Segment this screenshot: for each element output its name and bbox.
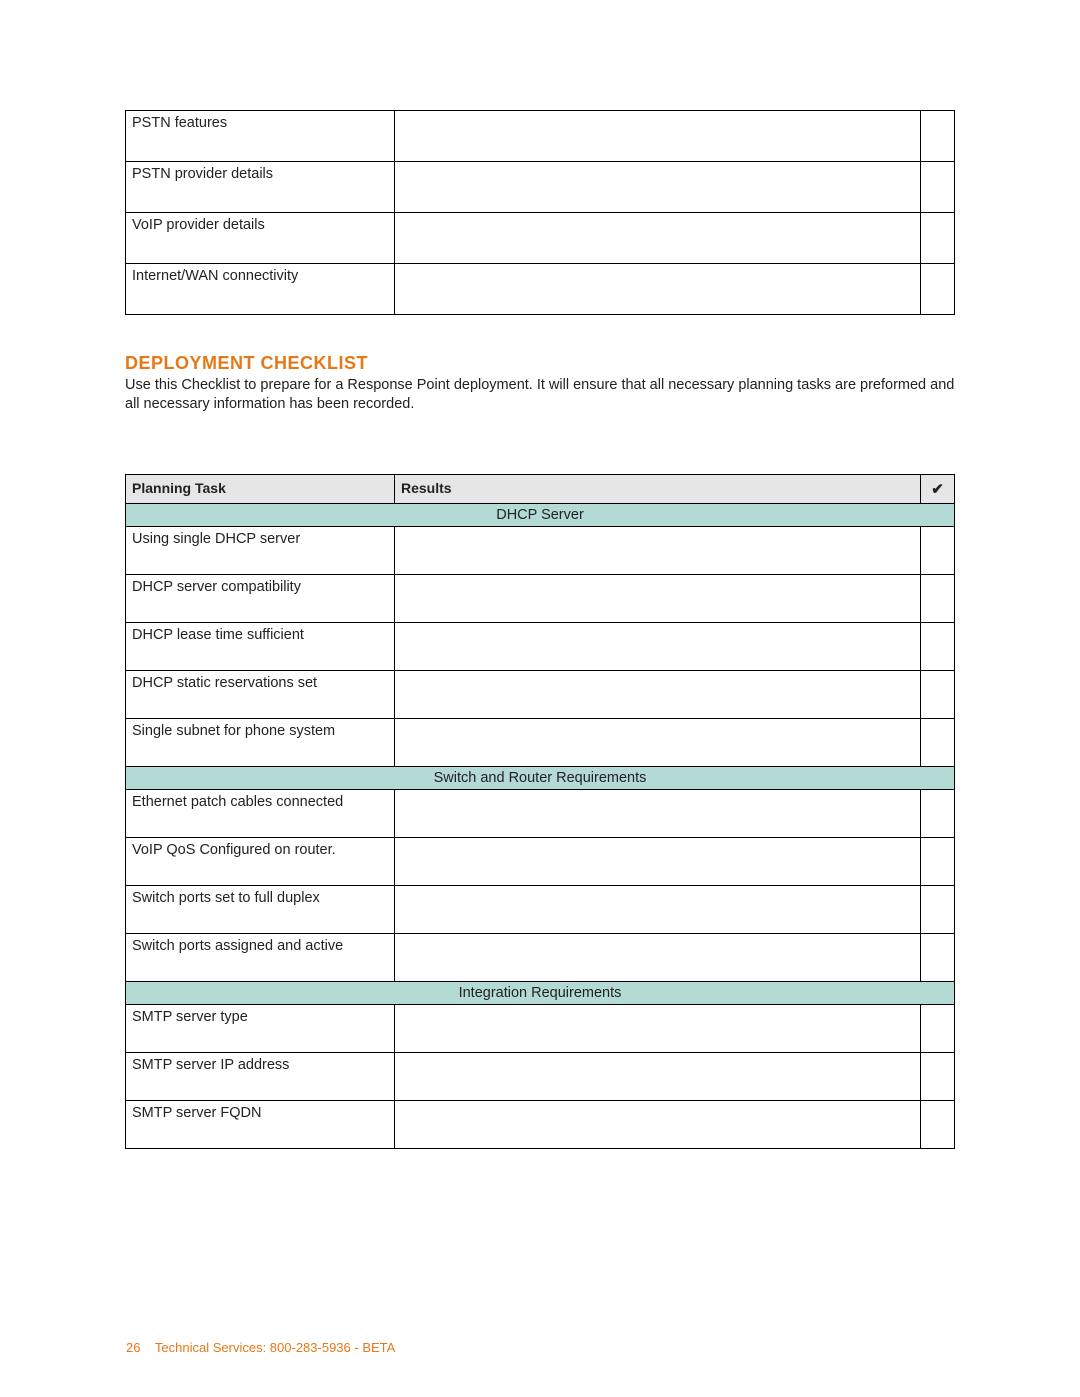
task-label: DHCP server compatibility	[126, 574, 395, 622]
results-cell	[395, 1004, 921, 1052]
col-header-check: ✔	[921, 474, 955, 503]
task-label: VoIP provider details	[126, 213, 395, 264]
table-row: VoIP QoS Configured on router.	[126, 837, 955, 885]
check-cell	[921, 789, 955, 837]
table-row: DHCP static reservations set	[126, 670, 955, 718]
results-cell	[395, 162, 921, 213]
task-label: SMTP server type	[126, 1004, 395, 1052]
footer-text: Technical Services: 800-283-5936 - BETA	[155, 1340, 395, 1355]
table-row: PSTN features	[126, 111, 955, 162]
check-cell	[921, 885, 955, 933]
check-cell	[921, 837, 955, 885]
deployment-checklist-title: DEPLOYMENT CHECKLIST	[125, 353, 955, 374]
task-label: VoIP QoS Configured on router.	[126, 837, 395, 885]
pstn-continuation-table: PSTN featuresPSTN provider detailsVoIP p…	[125, 110, 955, 315]
table-row: Using single DHCP server	[126, 526, 955, 574]
task-label: SMTP server FQDN	[126, 1100, 395, 1148]
results-cell	[395, 622, 921, 670]
results-cell	[395, 885, 921, 933]
check-cell	[921, 213, 955, 264]
results-cell	[395, 670, 921, 718]
section-label: DHCP Server	[126, 503, 955, 526]
table-row: Switch ports assigned and active	[126, 933, 955, 981]
check-cell	[921, 526, 955, 574]
results-cell	[395, 933, 921, 981]
task-label: PSTN provider details	[126, 162, 395, 213]
table-row: DHCP lease time sufficient	[126, 622, 955, 670]
results-cell	[395, 1052, 921, 1100]
task-label: Switch ports set to full duplex	[126, 885, 395, 933]
deployment-checklist-intro: Use this Checklist to prepare for a Resp…	[125, 376, 955, 414]
task-label: Switch ports assigned and active	[126, 933, 395, 981]
task-label: DHCP static reservations set	[126, 670, 395, 718]
section-row: Integration Requirements	[126, 981, 955, 1004]
results-cell	[395, 718, 921, 766]
task-label: Using single DHCP server	[126, 526, 395, 574]
check-cell	[921, 264, 955, 315]
check-cell	[921, 1004, 955, 1052]
table-row: Switch ports set to full duplex	[126, 885, 955, 933]
table-row: PSTN provider details	[126, 162, 955, 213]
results-cell	[395, 1100, 921, 1148]
task-label: SMTP server IP address	[126, 1052, 395, 1100]
table-row: VoIP provider details	[126, 213, 955, 264]
section-row: Switch and Router Requirements	[126, 766, 955, 789]
check-cell	[921, 1052, 955, 1100]
task-label: Ethernet patch cables connected	[126, 789, 395, 837]
check-cell	[921, 1100, 955, 1148]
table-row: SMTP server FQDN	[126, 1100, 955, 1148]
results-cell	[395, 111, 921, 162]
check-cell	[921, 622, 955, 670]
results-cell	[395, 789, 921, 837]
table-row: Single subnet for phone system	[126, 718, 955, 766]
check-cell	[921, 670, 955, 718]
table-row: Ethernet patch cables connected	[126, 789, 955, 837]
results-cell	[395, 526, 921, 574]
table-row: DHCP server compatibility	[126, 574, 955, 622]
deployment-checklist-table: Planning Task Results ✔ DHCP ServerUsing…	[125, 474, 955, 1149]
table-row: SMTP server type	[126, 1004, 955, 1052]
section-label: Integration Requirements	[126, 981, 955, 1004]
results-cell	[395, 574, 921, 622]
task-label: Single subnet for phone system	[126, 718, 395, 766]
results-cell	[395, 213, 921, 264]
check-cell	[921, 933, 955, 981]
table-row: Internet/WAN connectivity	[126, 264, 955, 315]
check-cell	[921, 718, 955, 766]
section-row: DHCP Server	[126, 503, 955, 526]
table-row: SMTP server IP address	[126, 1052, 955, 1100]
task-label: PSTN features	[126, 111, 395, 162]
task-label: Internet/WAN connectivity	[126, 264, 395, 315]
check-cell	[921, 574, 955, 622]
check-cell	[921, 111, 955, 162]
check-cell	[921, 162, 955, 213]
page-footer: 26 Technical Services: 800-283-5936 - BE…	[126, 1340, 395, 1355]
results-cell	[395, 837, 921, 885]
section-label: Switch and Router Requirements	[126, 766, 955, 789]
results-cell	[395, 264, 921, 315]
task-label: DHCP lease time sufficient	[126, 622, 395, 670]
col-header-planning-task: Planning Task	[126, 474, 395, 503]
col-header-results: Results	[395, 474, 921, 503]
page-number: 26	[126, 1340, 140, 1355]
